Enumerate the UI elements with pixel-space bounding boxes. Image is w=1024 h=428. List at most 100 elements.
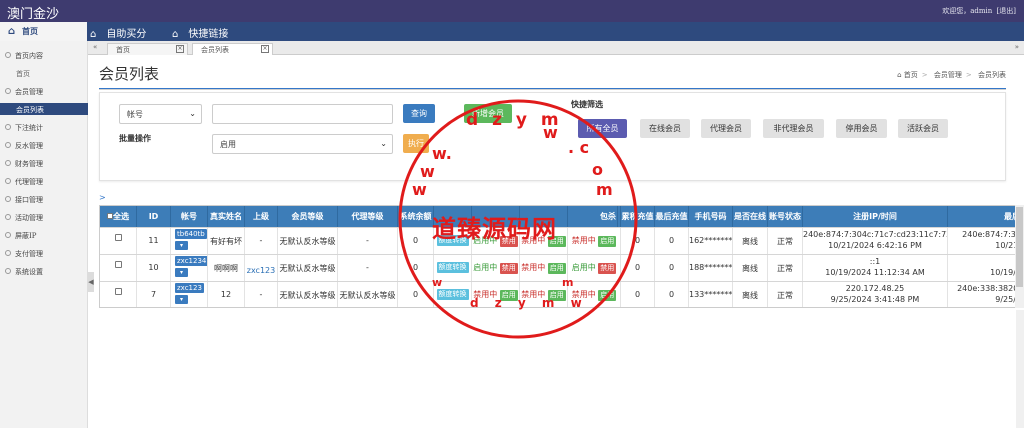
tab-scroll-right-icon[interactable]: » <box>1015 43 1019 51</box>
scrollbar-thumb[interactable] <box>1016 207 1023 287</box>
column-header <box>434 206 472 227</box>
quick-filter-non-agent[interactable]: 非代理会员 <box>763 119 824 138</box>
enable-button[interactable]: 启用 <box>598 290 617 301</box>
home-icon: ⌂ <box>90 29 97 40</box>
account-status-cell: 正常 <box>768 228 803 254</box>
breadcrumb-item[interactable]: 首页 <box>904 71 918 79</box>
sidebar-item-finance-mgmt[interactable]: 财务管理 <box>0 155 88 172</box>
sidebar-sub-label: 首页 <box>16 70 30 78</box>
row-checkbox[interactable] <box>114 261 122 268</box>
sidebar-item-agent-mgmt[interactable]: 代理管理 <box>0 173 88 190</box>
table-scrollbar[interactable] <box>1015 205 1024 308</box>
sidebar-item-label: 支付管理 <box>15 250 43 258</box>
tab-label: 会员列表 <box>201 46 229 54</box>
chevron-down-icon: ⌄ <box>189 109 196 118</box>
sidebar-item-label: 首页内容 <box>15 52 43 60</box>
disable-button[interactable]: 禁用 <box>598 263 617 274</box>
sidebar-item-label: 系统设置 <box>15 268 43 276</box>
enable-button[interactable]: 启用 <box>547 236 566 247</box>
menu-self-service-buy[interactable]: ⌂ 自助买分 <box>90 25 146 40</box>
bulk-action-select[interactable]: 启用 ⌄ <box>212 134 393 154</box>
column-header: 真实姓名 <box>208 206 245 227</box>
page-scrollbar[interactable] <box>1016 310 1024 428</box>
enable-button[interactable]: 启用 <box>499 290 518 301</box>
table-row: 7 zxc123 ▾ 12 - 无默认反水等级 无默认反水等级 0 额度转换 禁… <box>100 281 1023 307</box>
tab-scroll-left-icon[interactable]: « <box>93 43 97 51</box>
bulk-action-label: 批量操作 <box>119 134 151 143</box>
quick-filter-online[interactable]: 在线会员 <box>640 119 690 138</box>
status-toggle-cell: 启用中 禁用 <box>472 228 520 254</box>
convert-button[interactable]: 额度转换 <box>436 235 469 246</box>
state-text: 禁用中 <box>521 236 546 245</box>
state-text: 禁用中 <box>571 290 596 299</box>
sidebar-sub-label: 会员列表 <box>16 106 44 114</box>
welcome-text: 欢迎您，admin <box>942 7 993 15</box>
quick-filter-active[interactable]: 活跃会员 <box>898 119 948 138</box>
sidebar-collapse-handle[interactable]: ◀ <box>88 272 94 292</box>
chevron-down-icon: ⌄ <box>380 139 387 148</box>
column-header: 是否在线 <box>733 206 768 227</box>
sidebar-item-payment-mgmt[interactable]: 支付管理 <box>0 245 88 262</box>
sidebar-item-home-content[interactable]: 首页内容 <box>0 47 88 64</box>
row-checkbox[interactable] <box>114 288 122 295</box>
query-button[interactable]: 查询 <box>403 104 435 123</box>
column-header: 会员等级 <box>278 206 338 227</box>
chevron-down-icon[interactable]: ▾ <box>175 295 188 304</box>
enable-button[interactable]: 启用 <box>547 290 566 301</box>
sidebar-item-activity-mgmt[interactable]: 活动管理 <box>0 209 88 226</box>
tab-home[interactable]: 首页 × <box>107 43 188 55</box>
tab-member-list[interactable]: 会员列表 × <box>192 43 273 55</box>
quick-filter-all[interactable]: 所有全员 <box>578 119 627 138</box>
status-toggle-cell: 禁用中 启用 <box>520 282 568 307</box>
close-icon[interactable]: × <box>261 45 269 53</box>
sidebar-item-member-mgmt[interactable]: 会员管理 <box>0 83 88 100</box>
enable-button[interactable]: 启用 <box>598 236 617 247</box>
expand-caret-icon[interactable]: > <box>99 193 106 202</box>
sidebar-item-rebate-mgmt[interactable]: 反水管理 <box>0 137 88 154</box>
column-header: 注册IP/时间 <box>803 206 948 227</box>
parent-link[interactable]: zxc123 <box>247 266 275 275</box>
sidebar-item-label: 代理管理 <box>15 178 43 186</box>
phone-cell: 188******** <box>689 255 733 281</box>
close-icon[interactable]: × <box>176 45 184 53</box>
convert-button[interactable]: 额度转换 <box>436 262 469 273</box>
enable-button[interactable]: 启用 <box>547 263 566 274</box>
phone-cell: 162******** <box>689 228 733 254</box>
search-input[interactable] <box>212 104 393 124</box>
column-header-select-all[interactable]: 全选 <box>100 206 137 227</box>
sidebar-sub-member-list[interactable]: 会员列表 <box>0 103 88 115</box>
execute-button[interactable]: 执行 <box>403 134 429 153</box>
breadcrumb-item[interactable]: 会员管理 <box>934 71 962 79</box>
circle-icon <box>5 250 11 256</box>
column-header: 最后 <box>948 206 1023 227</box>
menu-item-label: 快捷链接 <box>188 29 229 40</box>
chevron-down-icon[interactable]: ▾ <box>175 268 188 277</box>
row-checkbox[interactable] <box>114 234 122 241</box>
state-text: 禁用中 <box>521 290 546 299</box>
chevron-down-icon[interactable]: ▾ <box>175 241 188 250</box>
menu-quick-links[interactable]: ⌂ 快捷链接 <box>172 25 228 40</box>
watermark-url-char: m <box>596 180 613 199</box>
sidebar-item-block-ip[interactable]: 屏蔽IP <box>0 227 88 244</box>
quick-filter-disabled[interactable]: 停用会员 <box>836 119 887 138</box>
sidebar-item-system-settings[interactable]: 系统设置 <box>0 263 88 280</box>
sidebar-item-bet-stats[interactable]: 下注统计 <box>0 119 88 136</box>
convert-button[interactable]: 额度转换 <box>436 289 469 300</box>
search-field-select[interactable]: 帐号 ⌄ <box>119 104 202 124</box>
disable-button[interactable]: 禁用 <box>499 263 518 274</box>
sidebar-sub-home[interactable]: 首页 <box>0 67 88 79</box>
add-member-button[interactable]: 新增会员 <box>464 104 512 123</box>
disable-button[interactable]: 禁用 <box>499 236 518 247</box>
account-button[interactable]: zxc1234 <box>175 256 207 266</box>
agent-level-cell: - <box>338 228 398 254</box>
quick-filter-agent[interactable]: 代理会员 <box>701 119 751 138</box>
sidebar-item-label: 反水管理 <box>15 142 43 150</box>
logout-link[interactable]: [退出] <box>997 7 1016 15</box>
sidebar-item-api-mgmt[interactable]: 接口管理 <box>0 191 88 208</box>
account-button[interactable]: tb640tb <box>175 229 207 239</box>
kill-toggle-cell: 启用中 禁用 <box>568 255 621 281</box>
account-button[interactable]: zxc123 <box>175 283 204 293</box>
sidebar-item-label: 财务管理 <box>15 160 43 168</box>
menu-home-tab[interactable]: ⌂ 首页 <box>0 22 87 41</box>
table-row: 10 zxc1234 ▾ 啊啊啊 zxc123 无默认反水等级 - 0 额度转换… <box>100 254 1023 281</box>
